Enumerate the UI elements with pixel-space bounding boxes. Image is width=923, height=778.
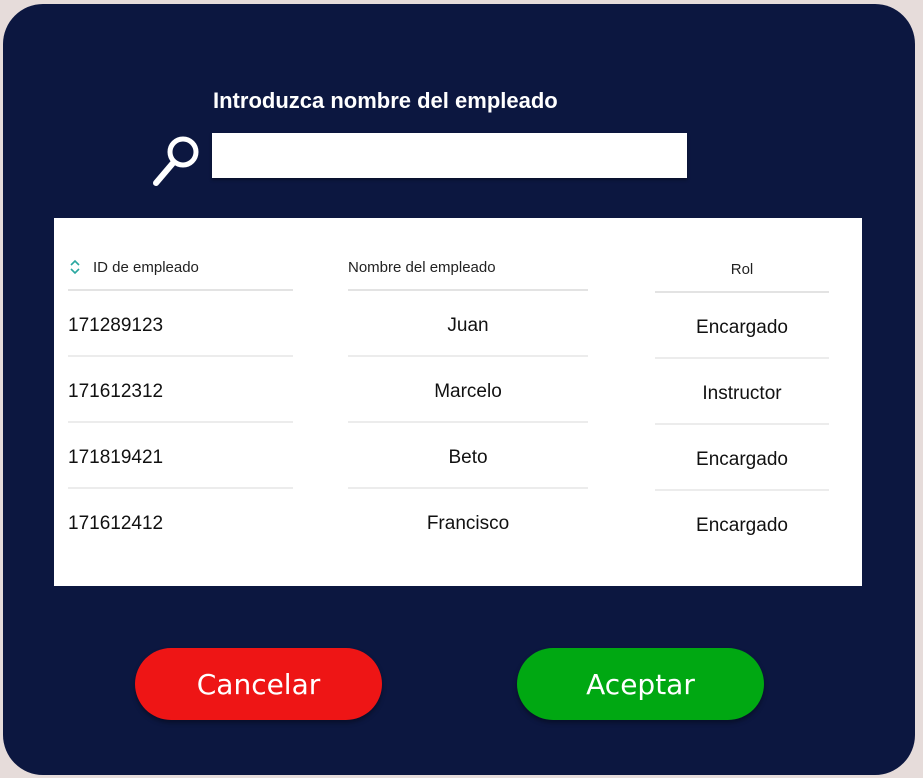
table-cell-name[interactable]: Beto [348,423,588,489]
column-header-role[interactable]: Rol [655,256,829,293]
column-header-label: ID de empleado [93,259,199,276]
column-header-id[interactable]: ID de empleado [68,254,293,291]
column-header-name[interactable]: Nombre del empleado [348,254,588,291]
table-cell-name[interactable]: Juan [348,291,588,357]
cell-text: Encargado [696,515,788,536]
cell-text: Encargado [696,449,788,470]
table-cell-role[interactable]: Encargado [655,425,829,491]
table-cell-id[interactable]: 171612312 [68,357,293,423]
employee-search-dialog: Introduzca nombre del empleado ID de emp… [3,4,915,775]
employee-name-input[interactable] [212,133,687,178]
cell-text: Beto [448,447,488,468]
cancel-button[interactable]: Cancelar [135,648,382,720]
employee-table: ID de empleado 171289123 171612312 17181… [54,218,862,586]
cell-text: Juan [447,315,489,336]
cell-text: 171289123 [68,315,164,336]
cell-text: Encargado [696,317,788,338]
table-cell-id[interactable]: 171289123 [68,291,293,357]
cell-text: 171819421 [68,447,164,468]
search-title: Introduzca nombre del empleado [213,88,558,113]
column-header-label: Rol [730,261,754,278]
accept-button[interactable]: Aceptar [517,648,764,720]
table-cell-role[interactable]: Encargado [655,491,829,557]
sort-icon[interactable] [69,257,81,277]
cell-text: Instructor [702,383,782,404]
cell-text: Marcelo [434,381,502,402]
cell-text: 171612412 [68,513,164,534]
table-cell-role[interactable]: Instructor [655,359,829,425]
table-cell-name[interactable]: Marcelo [348,357,588,423]
table-cell-name[interactable]: Francisco [348,489,588,555]
table-cell-id[interactable]: 171612412 [68,489,293,555]
table-cell-id[interactable]: 171819421 [68,423,293,489]
table-cell-role[interactable]: Encargado [655,293,829,359]
cell-text: 171612312 [68,381,164,402]
search-icon [153,136,199,186]
column-header-label: Nombre del empleado [348,259,496,276]
cell-text: Francisco [426,513,510,534]
